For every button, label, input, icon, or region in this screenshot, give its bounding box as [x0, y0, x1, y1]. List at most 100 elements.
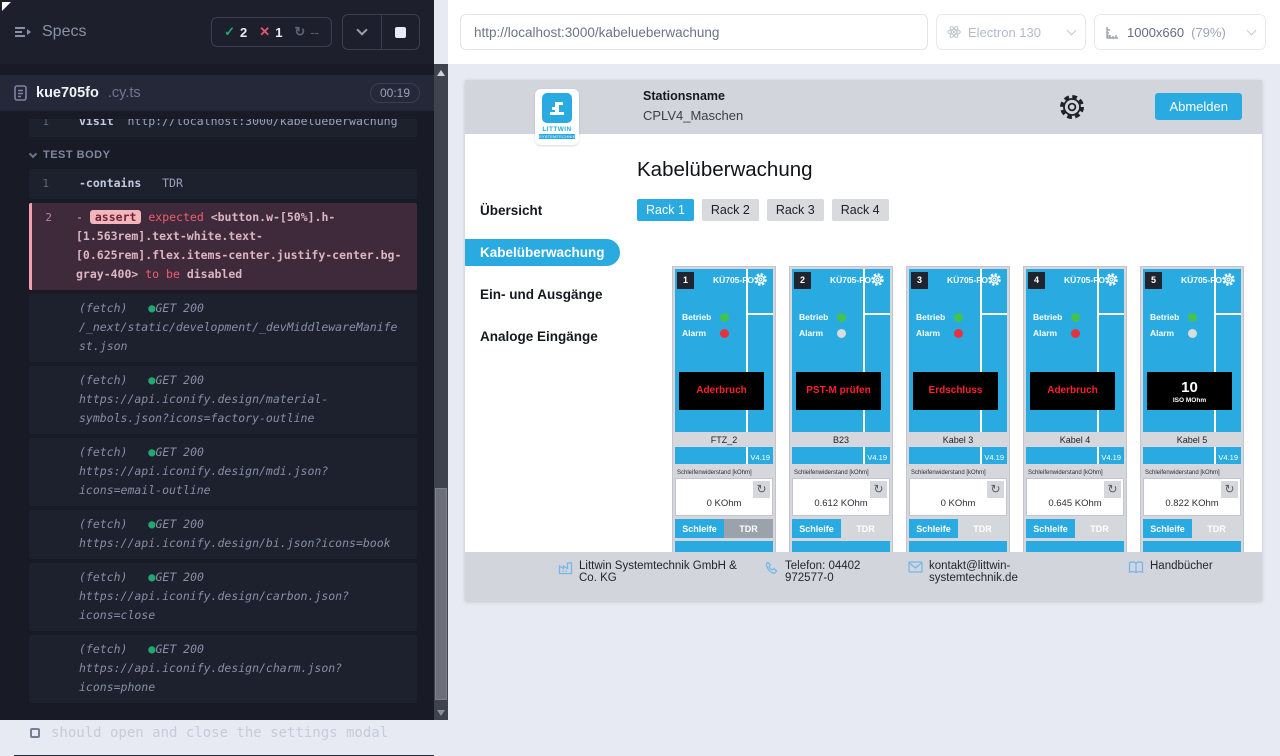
fetch-log-row[interactable]: (fetch) ●GET 200 https://api.iconify.des… [29, 635, 417, 703]
scrollbar-thumb[interactable] [435, 488, 447, 700]
clipped-row-wrapper: 1 visit http://localhost:3000/kabelueber… [0, 119, 417, 137]
assert-dash: - [76, 210, 83, 224]
contact-email: kontakt@littwin-systemtechnik.de [929, 560, 1023, 601]
book-icon [1128, 561, 1144, 601]
corner-resize-handle [2, 2, 11, 11]
pending-test-row[interactable]: should open and close the settings modal [14, 719, 434, 756]
command-name: visit [79, 119, 114, 128]
scroll-down-icon[interactable] [437, 710, 445, 716]
tdr-button[interactable]: TDR [841, 519, 890, 538]
sidebar-nav-item[interactable]: Übersicht [465, 197, 620, 224]
specs-menu-icon[interactable] [14, 25, 32, 39]
device-settings-gear-icon[interactable] [987, 272, 1003, 288]
url-input[interactable] [460, 14, 928, 50]
logout-button[interactable]: Abmelden [1155, 93, 1242, 120]
fetch-log-row[interactable]: (fetch) ●GET 200 https://api.iconify.des… [29, 563, 417, 631]
test-stats: ✓2 ✕1 ↻-- [211, 17, 332, 47]
refresh-icon[interactable]: ↻ [1104, 481, 1121, 498]
command-name: -contains [79, 176, 141, 190]
measurement-box: ↻ 0.645 KOhm [1026, 478, 1124, 516]
display-text: Aderbruch [1047, 385, 1098, 396]
fetch-log-row[interactable]: (fetch) ●GET 200 https://api.iconify.des… [29, 438, 417, 506]
scroll-up-icon[interactable] [437, 70, 445, 76]
panel-divider [865, 313, 890, 315]
fetch-url: https://api.iconify.design/material-symb… [79, 390, 401, 428]
firmware-version: V4.19 [867, 453, 887, 462]
rack-tab[interactable]: Rack 4 [832, 199, 889, 221]
refresh-icon[interactable]: ↻ [1221, 481, 1238, 498]
device-card: 1 KÜ705-FO [672, 266, 776, 558]
refresh-icon[interactable]: ↻ [753, 481, 770, 498]
rack-tab[interactable]: Rack 3 [767, 199, 824, 221]
refresh-icon[interactable]: ↻ [987, 481, 1004, 498]
firmware-version: V4.19 [1101, 453, 1121, 462]
viewport-selector[interactable]: 1000x660 (79%) [1094, 14, 1266, 50]
factory-icon [558, 561, 573, 601]
pending-icon: ↻ [294, 24, 305, 40]
display-text: Erdschluss [929, 385, 983, 396]
cable-name: B23 [792, 432, 890, 447]
sidebar-nav-item[interactable]: Ein- und Ausgänge [465, 281, 620, 308]
measurement-value: 0.612 KOhm [793, 498, 889, 509]
app-body: Übersicht Kabelüberwachung Ein- und Ausg… [465, 134, 1262, 601]
spec-file-ext: .cy.ts [108, 85, 141, 101]
command-assert-failed[interactable]: 2 - assert expected <button.w-[50%].h-[1… [29, 203, 417, 290]
fetch-label: (fetch) [79, 570, 127, 584]
tdr-button[interactable]: TDR [1192, 519, 1241, 538]
command-contains[interactable]: 1 -contains TDR [29, 169, 417, 199]
rack-tab[interactable]: Rack 2 [702, 199, 759, 221]
rack-tab[interactable]: Rack 1 [637, 199, 694, 221]
fetch-log-row[interactable]: (fetch) ●GET 200 https://api.iconify.des… [29, 366, 417, 434]
schleife-button[interactable]: Schleife [909, 519, 958, 538]
refresh-icon[interactable]: ↻ [870, 481, 887, 498]
spec-file-name: kue705fo [36, 85, 99, 101]
betrieb-label: Betrieb [682, 312, 714, 322]
specs-label[interactable]: Specs [42, 23, 86, 41]
reporter-scrollbar[interactable] [434, 64, 448, 720]
panel-divider [1216, 313, 1241, 315]
fetch-log-row[interactable]: (fetch) ●GET 200 https://api.iconify.des… [29, 510, 417, 559]
spec-file-row[interactable]: kue705fo .cy.ts 00:19 [0, 75, 434, 111]
device-number-badge: 5 [1145, 272, 1162, 289]
cypress-header: Specs ✓2 ✕1 ↻-- [0, 0, 434, 64]
assert-tobe: to be [145, 267, 180, 281]
schleife-button[interactable]: Schleife [1026, 519, 1075, 538]
sidebar-nav-item[interactable]: Kabelüberwachung [465, 239, 620, 266]
betrieb-led [720, 313, 729, 322]
tdr-button[interactable]: TDR [1075, 519, 1124, 538]
device-settings-gear-icon[interactable] [870, 272, 886, 288]
fetch-url: https://api.iconify.design/bi.json?icons… [79, 534, 401, 553]
measurement-value: 0.822 KOhm [1144, 498, 1240, 509]
fetch-label: (fetch) [79, 642, 127, 656]
betrieb-label: Betrieb [1150, 312, 1182, 322]
stop-tests-button[interactable] [381, 15, 419, 49]
measurement-box: ↻ 0 KOhm [909, 478, 1007, 516]
sidebar-nav-item[interactable]: Analoge Eingänge [465, 323, 620, 350]
station-name: CPLV4_Maschen [643, 108, 743, 123]
device-settings-gear-icon[interactable] [753, 272, 769, 288]
viewport-size: 1000x660 [1127, 25, 1184, 40]
command-visit[interactable]: 1 visit http://localhost:3000/kabelueber… [29, 119, 417, 137]
schleife-button[interactable]: Schleife [1143, 519, 1192, 538]
spec-file-icon [14, 85, 27, 101]
firmware-version: V4.19 [1218, 453, 1238, 462]
schleife-button[interactable]: Schleife [675, 519, 724, 538]
test-body-section[interactable]: TEST BODY [30, 149, 417, 161]
pending-test-title: should open and close the settings modal [51, 725, 388, 741]
settings-gear-icon[interactable] [1057, 92, 1089, 124]
fetch-log-row[interactable]: (fetch) ●GET 200 /_next/static/developme… [29, 294, 417, 362]
browser-selector[interactable]: Electron 130 [936, 14, 1086, 50]
device-settings-gear-icon[interactable] [1104, 272, 1120, 288]
device-display: Aderbruch [1030, 372, 1115, 410]
tdr-button[interactable]: TDR [958, 519, 1007, 538]
measurement-label: Schleifenwiderstand [kOhm] [909, 470, 1007, 476]
device-panel: 5 KÜ705-FO [1143, 269, 1241, 464]
collapse-reporter-button[interactable] [343, 15, 381, 49]
fetch-url: https://api.iconify.design/carbon.json?i… [79, 587, 401, 625]
tdr-button[interactable]: TDR [724, 519, 773, 538]
app-header: LITTWIN SYSTEMTECHNIK Stationsname CPLV4… [465, 80, 1262, 134]
fetch-label: (fetch) [79, 373, 127, 387]
schleife-button[interactable]: Schleife [792, 519, 841, 538]
device-settings-gear-icon[interactable] [1221, 272, 1237, 288]
manuals-link[interactable]: Handbücher [1128, 560, 1213, 601]
